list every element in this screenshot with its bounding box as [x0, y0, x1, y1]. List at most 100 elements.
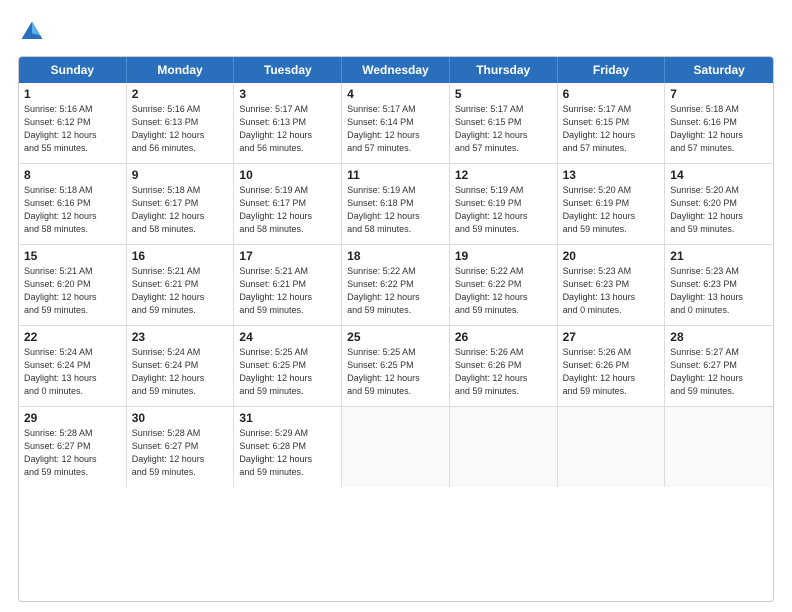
day-info: Sunrise: 5:17 AM Sunset: 6:13 PM Dayligh… [239, 103, 336, 155]
day-number: 7 [670, 87, 768, 101]
day-info: Sunrise: 5:21 AM Sunset: 6:21 PM Dayligh… [132, 265, 229, 317]
calendar-cell [342, 407, 450, 487]
day-number: 29 [24, 411, 121, 425]
calendar-cell: 19 Sunrise: 5:22 AM Sunset: 6:22 PM Dayli… [450, 245, 558, 325]
day-info: Sunrise: 5:21 AM Sunset: 6:21 PM Dayligh… [239, 265, 336, 317]
calendar-cell: 18Sunrise: 5:22 AM Sunset: 6:22 PM Dayli… [342, 245, 450, 325]
day-info: Sunrise: 5:19 AM Sunset: 6:18 PM Dayligh… [347, 184, 444, 236]
calendar-cell: 11Sunrise: 5:19 AM Sunset: 6:18 PM Dayli… [342, 164, 450, 244]
day-info: Sunrise: 5:17 AM Sunset: 6:15 PM Dayligh… [563, 103, 660, 155]
logo [18, 18, 50, 46]
day-info: Sunrise: 5:19 AM Sunset: 6:19 PM Dayligh… [455, 184, 552, 236]
day-info: Sunrise: 5:19 AM Sunset: 6:17 PM Dayligh… [239, 184, 336, 236]
day-number: 8 [24, 168, 121, 182]
header-day-thursday: Thursday [450, 57, 558, 83]
calendar-cell [450, 407, 558, 487]
header-day-friday: Friday [558, 57, 666, 83]
calendar-cell: 10 Sunrise: 5:19 AM Sunset: 6:17 PM Dayli… [234, 164, 342, 244]
day-info: Sunrise: 5:28 AM Sunset: 6:27 PM Dayligh… [24, 427, 121, 479]
day-info: Sunrise: 5:20 AM Sunset: 6:19 PM Dayligh… [563, 184, 660, 236]
day-info: Sunrise: 5:25 AM Sunset: 6:25 PM Dayligh… [239, 346, 336, 398]
day-number: 19 [455, 249, 552, 263]
day-number: 15 [24, 249, 121, 263]
day-number: 28 [670, 330, 768, 344]
day-info: Sunrise: 5:16 AM Sunset: 6:13 PM Dayligh… [132, 103, 229, 155]
day-number: 17 [239, 249, 336, 263]
calendar: SundayMondayTuesdayWednesdayThursdayFrid… [18, 56, 774, 602]
calendar-cell: 9Sunrise: 5:18 AM Sunset: 6:17 PM Daylig… [127, 164, 235, 244]
header-day-tuesday: Tuesday [234, 57, 342, 83]
calendar-cell [665, 407, 773, 487]
calendar-row-1: 1Sunrise: 5:16 AM Sunset: 6:12 PM Daylig… [19, 83, 773, 164]
header-day-wednesday: Wednesday [342, 57, 450, 83]
calendar-cell: 8 Sunrise: 5:18 AM Sunset: 6:16 PM Daylig… [19, 164, 127, 244]
calendar-row-2: 8 Sunrise: 5:18 AM Sunset: 6:16 PM Daylig… [19, 164, 773, 245]
day-info: Sunrise: 5:18 AM Sunset: 6:17 PM Dayligh… [132, 184, 229, 236]
day-info: Sunrise: 5:20 AM Sunset: 6:20 PM Dayligh… [670, 184, 768, 236]
day-number: 25 [347, 330, 444, 344]
day-number: 10 [239, 168, 336, 182]
calendar-cell: 29 Sunrise: 5:28 AM Sunset: 6:27 PM Dayli… [19, 407, 127, 487]
day-number: 16 [132, 249, 229, 263]
day-info: Sunrise: 5:18 AM Sunset: 6:16 PM Dayligh… [24, 184, 121, 236]
day-info: Sunrise: 5:23 AM Sunset: 6:23 PM Dayligh… [563, 265, 660, 317]
calendar-row-4: 22Sunrise: 5:24 AM Sunset: 6:24 PM Dayli… [19, 326, 773, 407]
day-number: 2 [132, 87, 229, 101]
calendar-cell: 26 Sunrise: 5:26 AM Sunset: 6:26 PM Dayli… [450, 326, 558, 406]
calendar-cell: 31Sunrise: 5:29 AM Sunset: 6:28 PM Dayli… [234, 407, 342, 487]
calendar-cell: 12Sunrise: 5:19 AM Sunset: 6:19 PM Dayli… [450, 164, 558, 244]
day-number: 27 [563, 330, 660, 344]
calendar-cell: 21 Sunrise: 5:23 AM Sunset: 6:23 PM Dayli… [665, 245, 773, 325]
day-info: Sunrise: 5:28 AM Sunset: 6:27 PM Dayligh… [132, 427, 229, 479]
day-number: 4 [347, 87, 444, 101]
day-info: Sunrise: 5:26 AM Sunset: 6:26 PM Dayligh… [455, 346, 552, 398]
day-number: 14 [670, 168, 768, 182]
calendar-header: SundayMondayTuesdayWednesdayThursdayFrid… [19, 57, 773, 83]
day-info: Sunrise: 5:16 AM Sunset: 6:12 PM Dayligh… [24, 103, 121, 155]
calendar-cell: 4 Sunrise: 5:17 AM Sunset: 6:14 PM Daylig… [342, 83, 450, 163]
day-info: Sunrise: 5:23 AM Sunset: 6:23 PM Dayligh… [670, 265, 768, 317]
day-info: Sunrise: 5:22 AM Sunset: 6:22 PM Dayligh… [455, 265, 552, 317]
day-info: Sunrise: 5:24 AM Sunset: 6:24 PM Dayligh… [24, 346, 121, 398]
calendar-cell: 15 Sunrise: 5:21 AM Sunset: 6:20 PM Dayli… [19, 245, 127, 325]
calendar-cell: 13Sunrise: 5:20 AM Sunset: 6:19 PM Dayli… [558, 164, 666, 244]
day-number: 30 [132, 411, 229, 425]
calendar-cell: 24 Sunrise: 5:25 AM Sunset: 6:25 PM Dayli… [234, 326, 342, 406]
page: SundayMondayTuesdayWednesdayThursdayFrid… [0, 0, 792, 612]
header [18, 18, 774, 46]
header-day-saturday: Saturday [665, 57, 773, 83]
day-info: Sunrise: 5:17 AM Sunset: 6:14 PM Dayligh… [347, 103, 444, 155]
day-info: Sunrise: 5:17 AM Sunset: 6:15 PM Dayligh… [455, 103, 552, 155]
calendar-cell: 7 Sunrise: 5:18 AM Sunset: 6:16 PM Daylig… [665, 83, 773, 163]
day-number: 3 [239, 87, 336, 101]
day-number: 24 [239, 330, 336, 344]
calendar-cell: 28 Sunrise: 5:27 AM Sunset: 6:27 PM Dayli… [665, 326, 773, 406]
day-number: 23 [132, 330, 229, 344]
calendar-cell: 22Sunrise: 5:24 AM Sunset: 6:24 PM Dayli… [19, 326, 127, 406]
day-info: Sunrise: 5:25 AM Sunset: 6:25 PM Dayligh… [347, 346, 444, 398]
calendar-cell [558, 407, 666, 487]
day-info: Sunrise: 5:21 AM Sunset: 6:20 PM Dayligh… [24, 265, 121, 317]
calendar-cell: 5Sunrise: 5:17 AM Sunset: 6:15 PM Daylig… [450, 83, 558, 163]
day-info: Sunrise: 5:26 AM Sunset: 6:26 PM Dayligh… [563, 346, 660, 398]
calendar-cell: 30 Sunrise: 5:28 AM Sunset: 6:27 PM Dayli… [127, 407, 235, 487]
day-number: 18 [347, 249, 444, 263]
day-number: 20 [563, 249, 660, 263]
day-info: Sunrise: 5:18 AM Sunset: 6:16 PM Dayligh… [670, 103, 768, 155]
day-info: Sunrise: 5:24 AM Sunset: 6:24 PM Dayligh… [132, 346, 229, 398]
calendar-cell: 1Sunrise: 5:16 AM Sunset: 6:12 PM Daylig… [19, 83, 127, 163]
calendar-cell: 20 Sunrise: 5:23 AM Sunset: 6:23 PM Dayli… [558, 245, 666, 325]
header-day-sunday: Sunday [19, 57, 127, 83]
calendar-cell: 17 Sunrise: 5:21 AM Sunset: 6:21 PM Dayli… [234, 245, 342, 325]
calendar-cell: 23 Sunrise: 5:24 AM Sunset: 6:24 PM Dayli… [127, 326, 235, 406]
day-info: Sunrise: 5:27 AM Sunset: 6:27 PM Dayligh… [670, 346, 768, 398]
logo-icon [18, 18, 46, 46]
calendar-cell: 16 Sunrise: 5:21 AM Sunset: 6:21 PM Dayli… [127, 245, 235, 325]
day-number: 21 [670, 249, 768, 263]
calendar-cell: 6 Sunrise: 5:17 AM Sunset: 6:15 PM Daylig… [558, 83, 666, 163]
day-number: 31 [239, 411, 336, 425]
day-number: 26 [455, 330, 552, 344]
calendar-body: 1Sunrise: 5:16 AM Sunset: 6:12 PM Daylig… [19, 83, 773, 487]
calendar-cell: 3 Sunrise: 5:17 AM Sunset: 6:13 PM Daylig… [234, 83, 342, 163]
day-number: 6 [563, 87, 660, 101]
